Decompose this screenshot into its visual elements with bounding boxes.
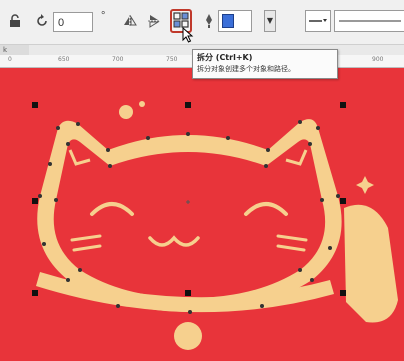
- selection-handle[interactable]: [340, 102, 346, 108]
- tooltip-title: 拆分 (Ctrl+K): [197, 53, 253, 62]
- selection-handle[interactable]: [32, 290, 38, 296]
- selection-handle[interactable]: [185, 290, 191, 296]
- drawing-canvas[interactable]: [0, 68, 404, 361]
- rotate-icon: [34, 12, 50, 30]
- ruler-tick-label: 700: [112, 56, 124, 63]
- selection-handle[interactable]: [32, 102, 38, 108]
- selection-handle[interactable]: [340, 290, 346, 296]
- mouse-cursor-icon: [182, 27, 194, 43]
- property-bar: 0 ° ▼: [0, 0, 404, 45]
- mirror-horizontal-icon[interactable]: [121, 12, 139, 30]
- outline-width-dropdown[interactable]: [334, 10, 404, 32]
- fill-color-icon: [222, 14, 234, 28]
- lock-icon[interactable]: [8, 13, 22, 29]
- tooltip-description: 拆分对象创建多个对象和路径。: [197, 65, 295, 73]
- selection-handle[interactable]: [340, 198, 346, 204]
- ruler-tick-label: 900: [372, 56, 384, 63]
- degree-symbol: °: [101, 10, 106, 22]
- lucky-cat-artwork[interactable]: [0, 68, 404, 361]
- fill-color-dropdown[interactable]: [218, 10, 252, 32]
- mirror-vertical-icon[interactable]: [145, 12, 163, 30]
- ruler-tick-label: 650: [58, 56, 70, 63]
- selection-handle[interactable]: [32, 198, 38, 204]
- tooltip: 拆分 (Ctrl+K) 拆分对象创建多个对象和路径。: [192, 49, 338, 79]
- selection-handle[interactable]: [185, 102, 191, 108]
- rotation-angle-input[interactable]: 0: [53, 12, 93, 32]
- chevron-down-icon[interactable]: ▼: [264, 10, 276, 32]
- document-tab[interactable]: k: [0, 45, 29, 55]
- ruler-tick-label: 750: [166, 56, 178, 63]
- ruler-tick-label: 0: [8, 56, 12, 63]
- pen-nib-icon[interactable]: [203, 12, 215, 30]
- line-style-icon: [309, 19, 327, 22]
- line-style-dropdown[interactable]: [305, 10, 331, 32]
